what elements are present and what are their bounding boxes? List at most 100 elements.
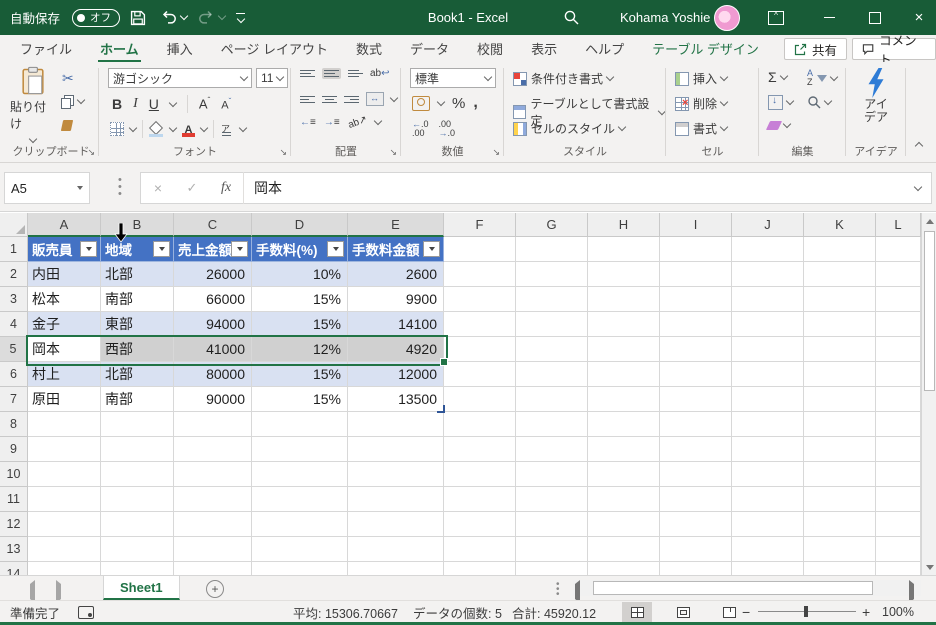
cell-G9[interactable] [516, 437, 588, 462]
cell-G4[interactable] [516, 312, 588, 337]
tab-ホーム[interactable]: ホーム [86, 35, 153, 62]
cell-A5[interactable]: 岡本 [28, 337, 101, 362]
row-header-3[interactable]: 3 [0, 287, 28, 312]
cell-J3[interactable] [732, 287, 804, 312]
cell-G2[interactable] [516, 262, 588, 287]
cell-C11[interactable] [174, 487, 252, 512]
cell-B9[interactable] [101, 437, 174, 462]
increase-indent-icon[interactable]: →≡ [324, 117, 340, 128]
cell-A3[interactable]: 松本 [28, 287, 101, 312]
cell-L6[interactable] [876, 362, 921, 387]
number-dialog-launcher[interactable]: ↘ [492, 147, 500, 158]
cell-I11[interactable] [660, 487, 732, 512]
cell-G6[interactable] [516, 362, 588, 387]
cell-B2[interactable]: 北部 [101, 262, 174, 287]
cell-H10[interactable] [588, 462, 660, 487]
cell-I9[interactable] [660, 437, 732, 462]
cell-J4[interactable] [732, 312, 804, 337]
cell-D8[interactable] [252, 412, 348, 437]
tab-表示[interactable]: 表示 [517, 35, 571, 62]
cell-G1[interactable] [516, 237, 588, 262]
cell-B14[interactable] [101, 562, 174, 575]
align-top-icon[interactable] [300, 70, 315, 77]
cell-E1[interactable]: 手数料金額 [348, 237, 444, 262]
cell-D14[interactable] [252, 562, 348, 575]
cell-L5[interactable] [876, 337, 921, 362]
find-select-button[interactable] [807, 95, 833, 109]
underline-button[interactable]: U [149, 96, 159, 112]
row-header-2[interactable]: 2 [0, 262, 28, 287]
cell-F8[interactable] [444, 412, 516, 437]
filter-button-E1[interactable] [423, 241, 440, 257]
cell-K13[interactable] [804, 537, 876, 562]
autosum-button[interactable]: Σ [768, 69, 788, 85]
column-header-G[interactable]: G [516, 213, 588, 237]
cell-B3[interactable]: 南部 [101, 287, 174, 312]
cell-H7[interactable] [588, 387, 660, 412]
cell-H13[interactable] [588, 537, 660, 562]
cell-C2[interactable]: 26000 [174, 262, 252, 287]
cell-A4[interactable]: 金子 [28, 312, 101, 337]
tab-ヘルプ[interactable]: ヘルプ [571, 35, 638, 62]
column-header-L[interactable]: L [876, 213, 921, 237]
borders-dropdown-icon[interactable] [128, 123, 138, 132]
cell-C3[interactable]: 66000 [174, 287, 252, 312]
cell-C13[interactable] [174, 537, 252, 562]
clipboard-dialog-launcher[interactable]: ↘ [87, 147, 95, 158]
cell-C4[interactable]: 94000 [174, 312, 252, 337]
orientation-icon[interactable]: ab↗ [346, 114, 368, 131]
account-avatar[interactable] [714, 0, 740, 35]
cell-E2[interactable]: 2600 [348, 262, 444, 287]
cell-D9[interactable] [252, 437, 348, 462]
undo-button[interactable] [160, 0, 189, 35]
font-size-select[interactable]: 11 [256, 68, 288, 88]
cell-D7[interactable]: 15% [252, 387, 348, 412]
cell-L13[interactable] [876, 537, 921, 562]
cell-D10[interactable] [252, 462, 348, 487]
sheet-prev-button[interactable] [30, 580, 35, 603]
collapse-ribbon-button[interactable] [914, 141, 924, 151]
cell-I3[interactable] [660, 287, 732, 312]
tab-校閲[interactable]: 校閲 [463, 35, 517, 62]
filter-button-B1[interactable] [153, 241, 170, 257]
italic-button[interactable]: I [133, 96, 138, 112]
cell-K10[interactable] [804, 462, 876, 487]
decrease-font-button[interactable]: Aˇ [221, 97, 231, 112]
conditional-formatting-button[interactable]: 条件付き書式 [513, 70, 615, 87]
column-header-K[interactable]: K [804, 213, 876, 237]
cell-G3[interactable] [516, 287, 588, 312]
cell-G8[interactable] [516, 412, 588, 437]
cell-L8[interactable] [876, 412, 921, 437]
tab-データ[interactable]: データ [396, 35, 463, 62]
cell-K14[interactable] [804, 562, 876, 575]
filter-button-D1[interactable] [327, 241, 344, 257]
normal-view-button[interactable] [622, 602, 652, 622]
font-dialog-launcher[interactable]: ↘ [279, 147, 287, 158]
row-header-9[interactable]: 9 [0, 437, 28, 462]
zoom-level-button[interactable]: 100% [882, 601, 914, 623]
cell-J6[interactable] [732, 362, 804, 387]
cell-G11[interactable] [516, 487, 588, 512]
zoom-out-button[interactable]: − [742, 601, 750, 623]
borders-icon[interactable] [110, 122, 124, 136]
cell-K8[interactable] [804, 412, 876, 437]
cell-D6[interactable]: 15% [252, 362, 348, 387]
bold-button[interactable]: B [112, 96, 122, 112]
cell-A2[interactable]: 内田 [28, 262, 101, 287]
cell-E5[interactable]: 4920 [348, 337, 444, 362]
insert-cells-button[interactable]: 挿入 [675, 70, 729, 87]
cell-E11[interactable] [348, 487, 444, 512]
column-header-I[interactable]: I [660, 213, 732, 237]
number-format-select[interactable]: 標準 [410, 68, 496, 88]
cell-K3[interactable] [804, 287, 876, 312]
row-header-7[interactable]: 7 [0, 387, 28, 412]
cell-J2[interactable] [732, 262, 804, 287]
filter-button-C1[interactable] [231, 241, 248, 257]
cell-A8[interactable] [28, 412, 101, 437]
cell-L2[interactable] [876, 262, 921, 287]
cell-I7[interactable] [660, 387, 732, 412]
cell-D3[interactable]: 15% [252, 287, 348, 312]
cell-G14[interactable] [516, 562, 588, 575]
cell-K6[interactable] [804, 362, 876, 387]
cell-H9[interactable] [588, 437, 660, 462]
